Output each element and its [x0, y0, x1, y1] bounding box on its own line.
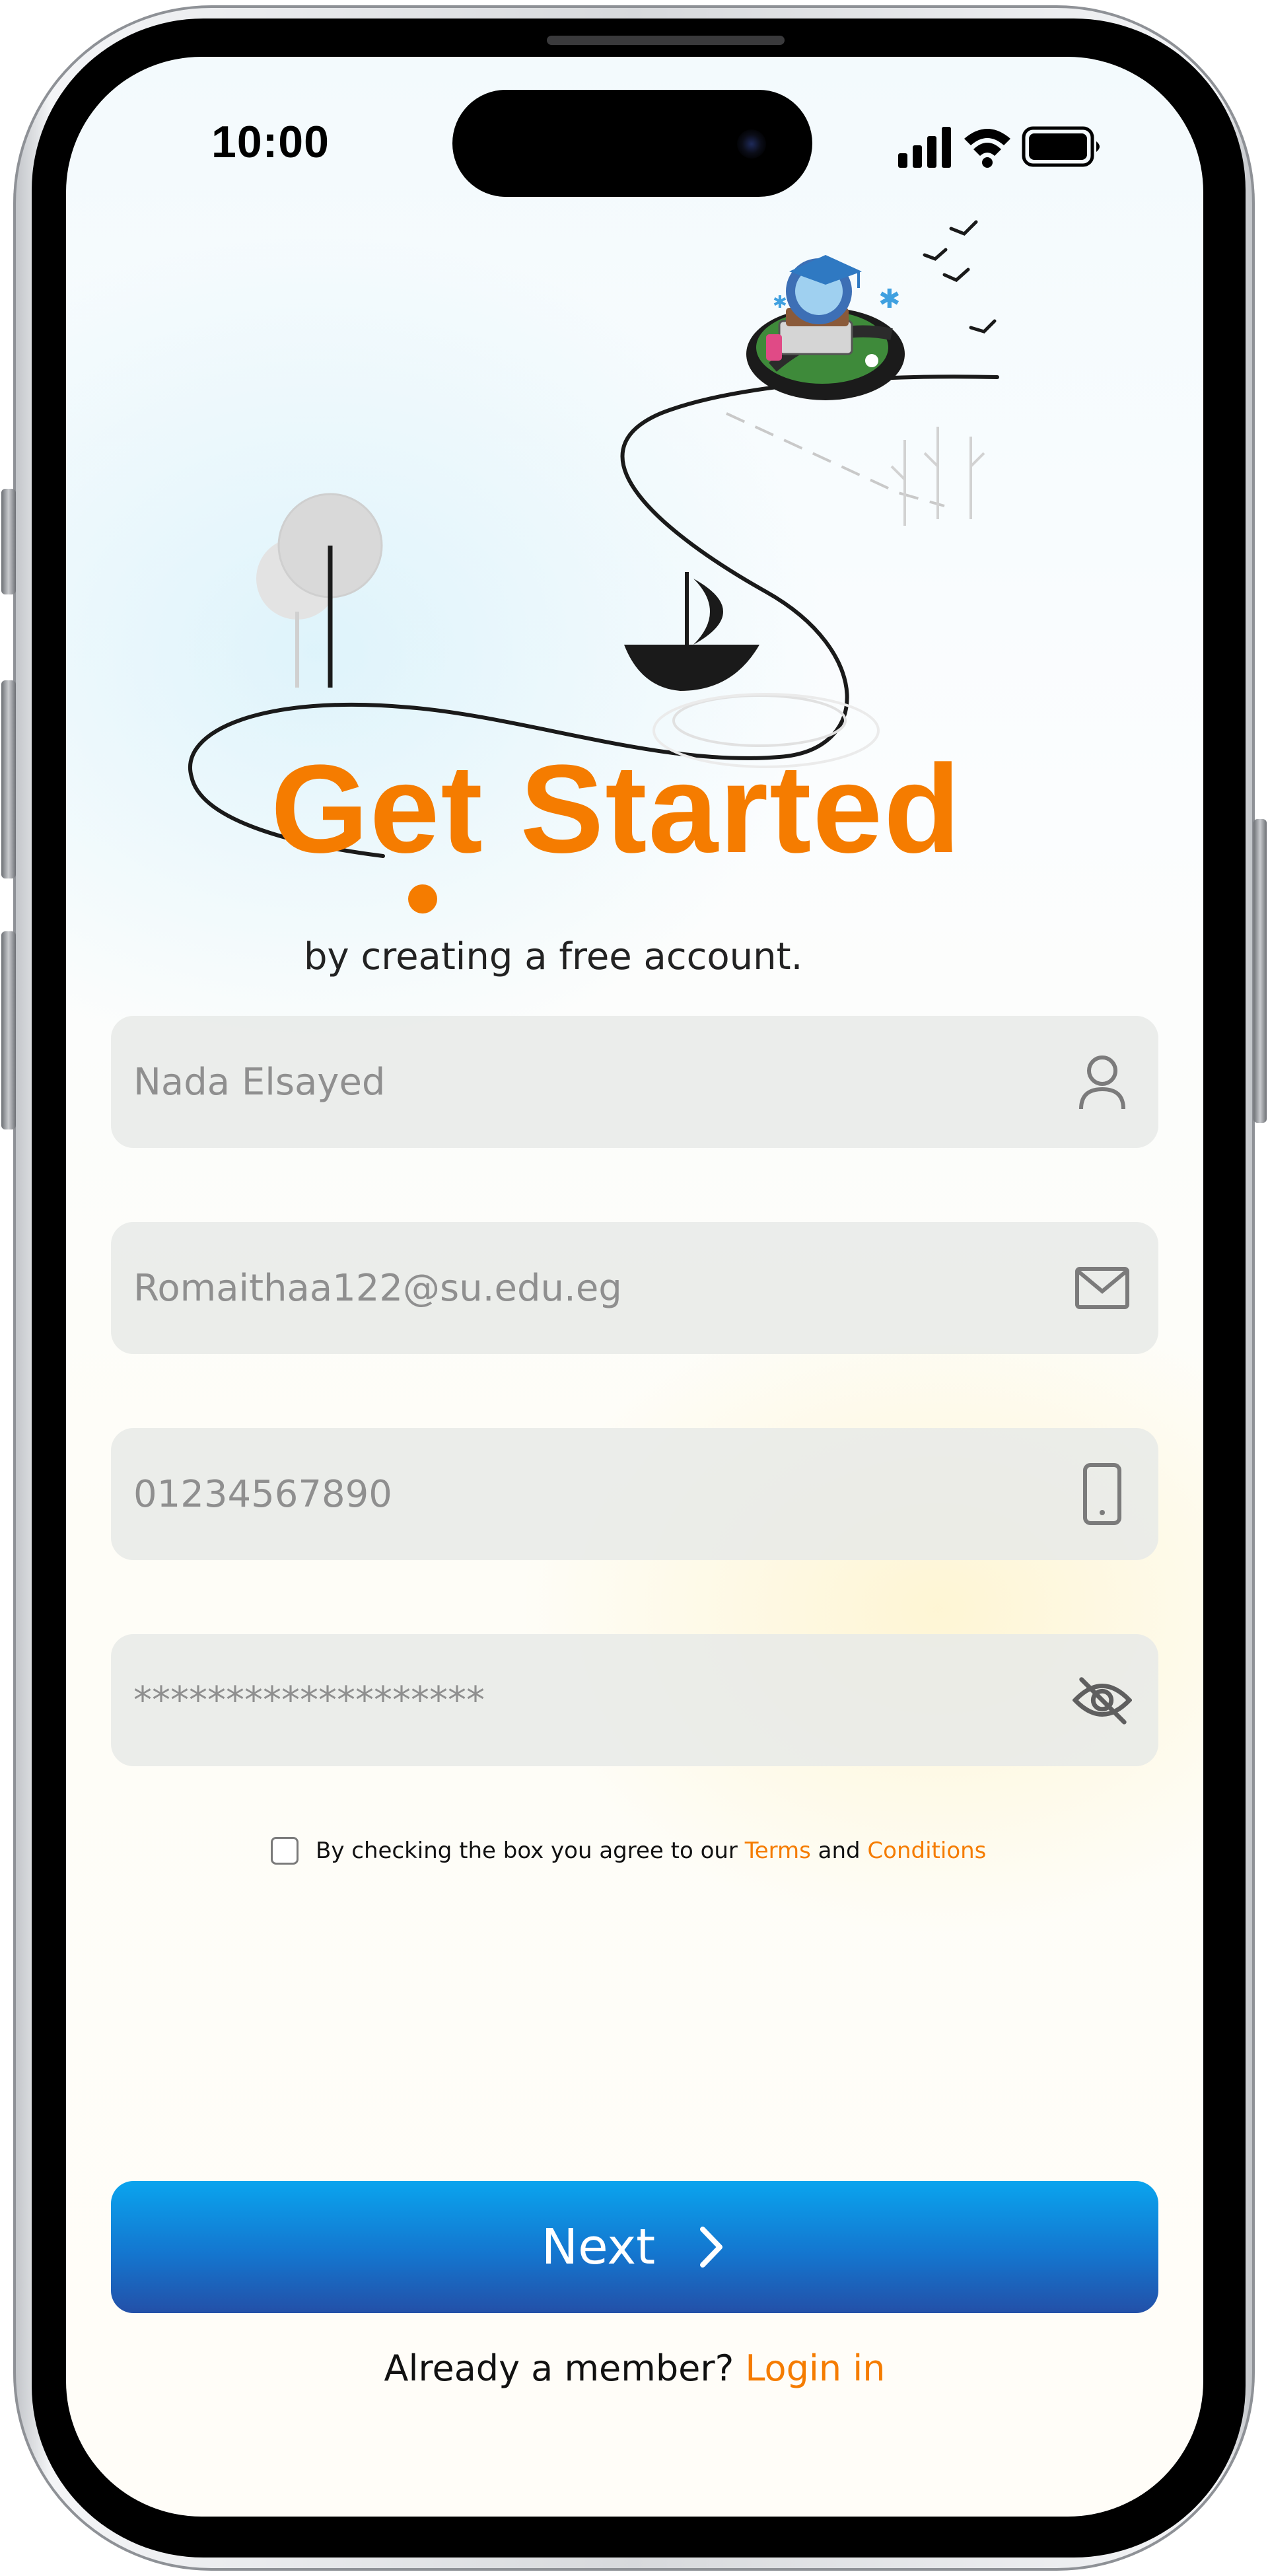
terms-row: By checking the box you agree to our Ter…: [271, 1831, 986, 1871]
side-button-power: [1253, 819, 1267, 1123]
email-input[interactable]: [133, 1222, 1073, 1354]
login-row: Already a member? Login in: [66, 2347, 1203, 2389]
side-button-silent: [1, 489, 16, 594]
page-subtitle: by creating a free account.: [304, 935, 803, 978]
signal-icon: [898, 127, 951, 168]
terms-text: By checking the box you agree to our Ter…: [316, 1838, 987, 1864]
eye-off-icon[interactable]: [1073, 1670, 1132, 1730]
terms-link[interactable]: Terms: [745, 1838, 811, 1864]
app-screen: 10:00 ✱ ✱ Get Started by creating a free…: [66, 57, 1203, 2517]
reeds-icon: [890, 427, 985, 526]
terms-checkbox[interactable]: [271, 1837, 299, 1865]
status-icons: [898, 126, 1100, 168]
next-button-label: Next: [541, 2219, 656, 2275]
user-icon: [1073, 1052, 1132, 1112]
front-camera-icon: [737, 129, 766, 159]
full-name-field[interactable]: [111, 1016, 1158, 1148]
battery-icon: [1022, 126, 1100, 167]
svg-text:✱: ✱: [878, 284, 901, 314]
password-input[interactable]: [133, 1634, 1073, 1766]
phone-icon: [1073, 1463, 1132, 1525]
next-button[interactable]: Next: [111, 2181, 1158, 2313]
svg-text:✱: ✱: [773, 293, 787, 312]
pharmacy-emblem-icon: ✱ ✱: [746, 255, 905, 400]
side-button-volume-down: [1, 931, 16, 1129]
birds-icon: [923, 220, 997, 334]
dynamic-island: [452, 90, 812, 197]
phone-field[interactable]: [111, 1428, 1158, 1560]
email-field[interactable]: [111, 1222, 1158, 1354]
status-time: 10:00: [211, 117, 330, 167]
side-button-volume-up: [1, 680, 16, 878]
speaker-grille: [547, 36, 785, 45]
conditions-link[interactable]: Conditions: [867, 1838, 986, 1864]
login-link[interactable]: Login in: [745, 2347, 885, 2389]
login-prompt: Already a member?: [384, 2347, 746, 2389]
mail-icon: [1073, 1258, 1132, 1318]
wifi-icon: [964, 129, 1010, 168]
tree-icon: [256, 493, 383, 688]
password-field[interactable]: [111, 1634, 1158, 1766]
road-dot: [408, 884, 437, 913]
phone-input[interactable]: [133, 1428, 1073, 1560]
page-title: Get Started: [271, 739, 962, 879]
chevron-right-icon: [700, 2227, 723, 2268]
header-illustration: ✱ ✱: [188, 220, 999, 913]
full-name-input[interactable]: [133, 1016, 1073, 1148]
